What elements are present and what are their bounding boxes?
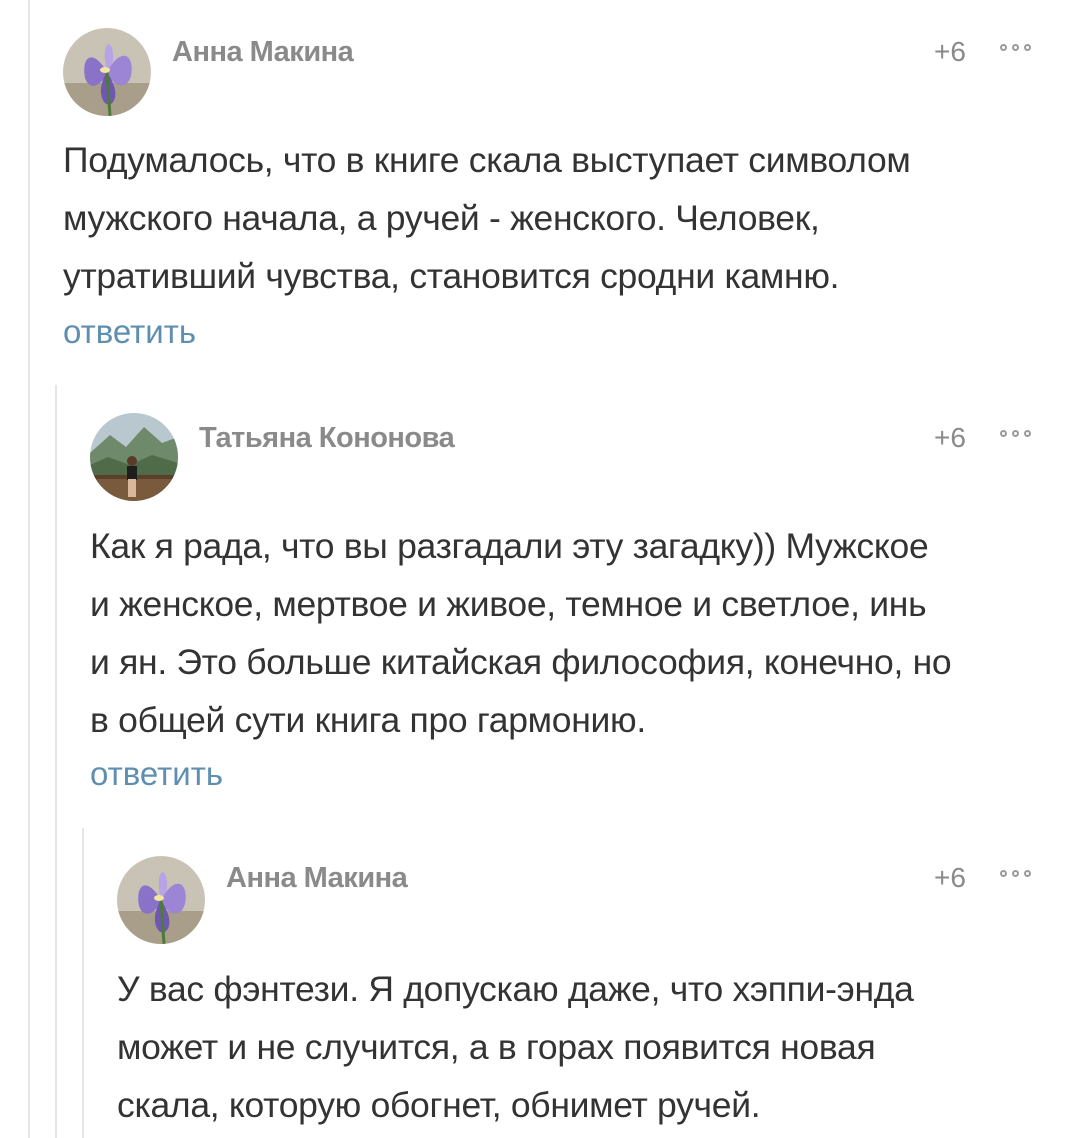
more-options-icon[interactable] [1000, 867, 1040, 881]
reply-link[interactable]: ответить [90, 755, 223, 793]
comment-text: Подумалось, что в книге скала выступает … [63, 140, 911, 296]
more-options-icon[interactable] [1000, 427, 1040, 441]
comment: Анна Макина +6 Подумалось, что в книге с… [0, 0, 1080, 380]
reply-link[interactable]: ответить [63, 313, 196, 351]
person-mountains-avatar-icon [90, 413, 178, 501]
author-name[interactable]: Анна Макина [172, 36, 354, 69]
avatar[interactable] [117, 856, 205, 944]
iris-flower-avatar-icon [63, 28, 151, 116]
avatar[interactable] [63, 28, 151, 116]
comment-rating: +6 [934, 36, 966, 67]
comment-text: Как я рада, что вы разгадали эту загадку… [90, 526, 952, 740]
comment: Анна Макина +6 У вас фэнтези. Я допускаю… [0, 838, 1080, 1138]
iris-flower-avatar-icon [117, 856, 205, 944]
comment: Татьяна Кононова +6 Как я рада, что вы р… [0, 390, 1080, 820]
avatar[interactable] [90, 413, 178, 501]
comment-rating: +6 [934, 862, 966, 893]
author-name[interactable]: Анна Макина [226, 862, 408, 895]
more-options-icon[interactable] [1000, 41, 1040, 55]
comment-rating: +6 [934, 422, 966, 453]
author-name[interactable]: Татьяна Кононова [199, 422, 455, 455]
comment-text: У вас фэнтези. Я допускаю даже, что хэпп… [117, 969, 914, 1125]
